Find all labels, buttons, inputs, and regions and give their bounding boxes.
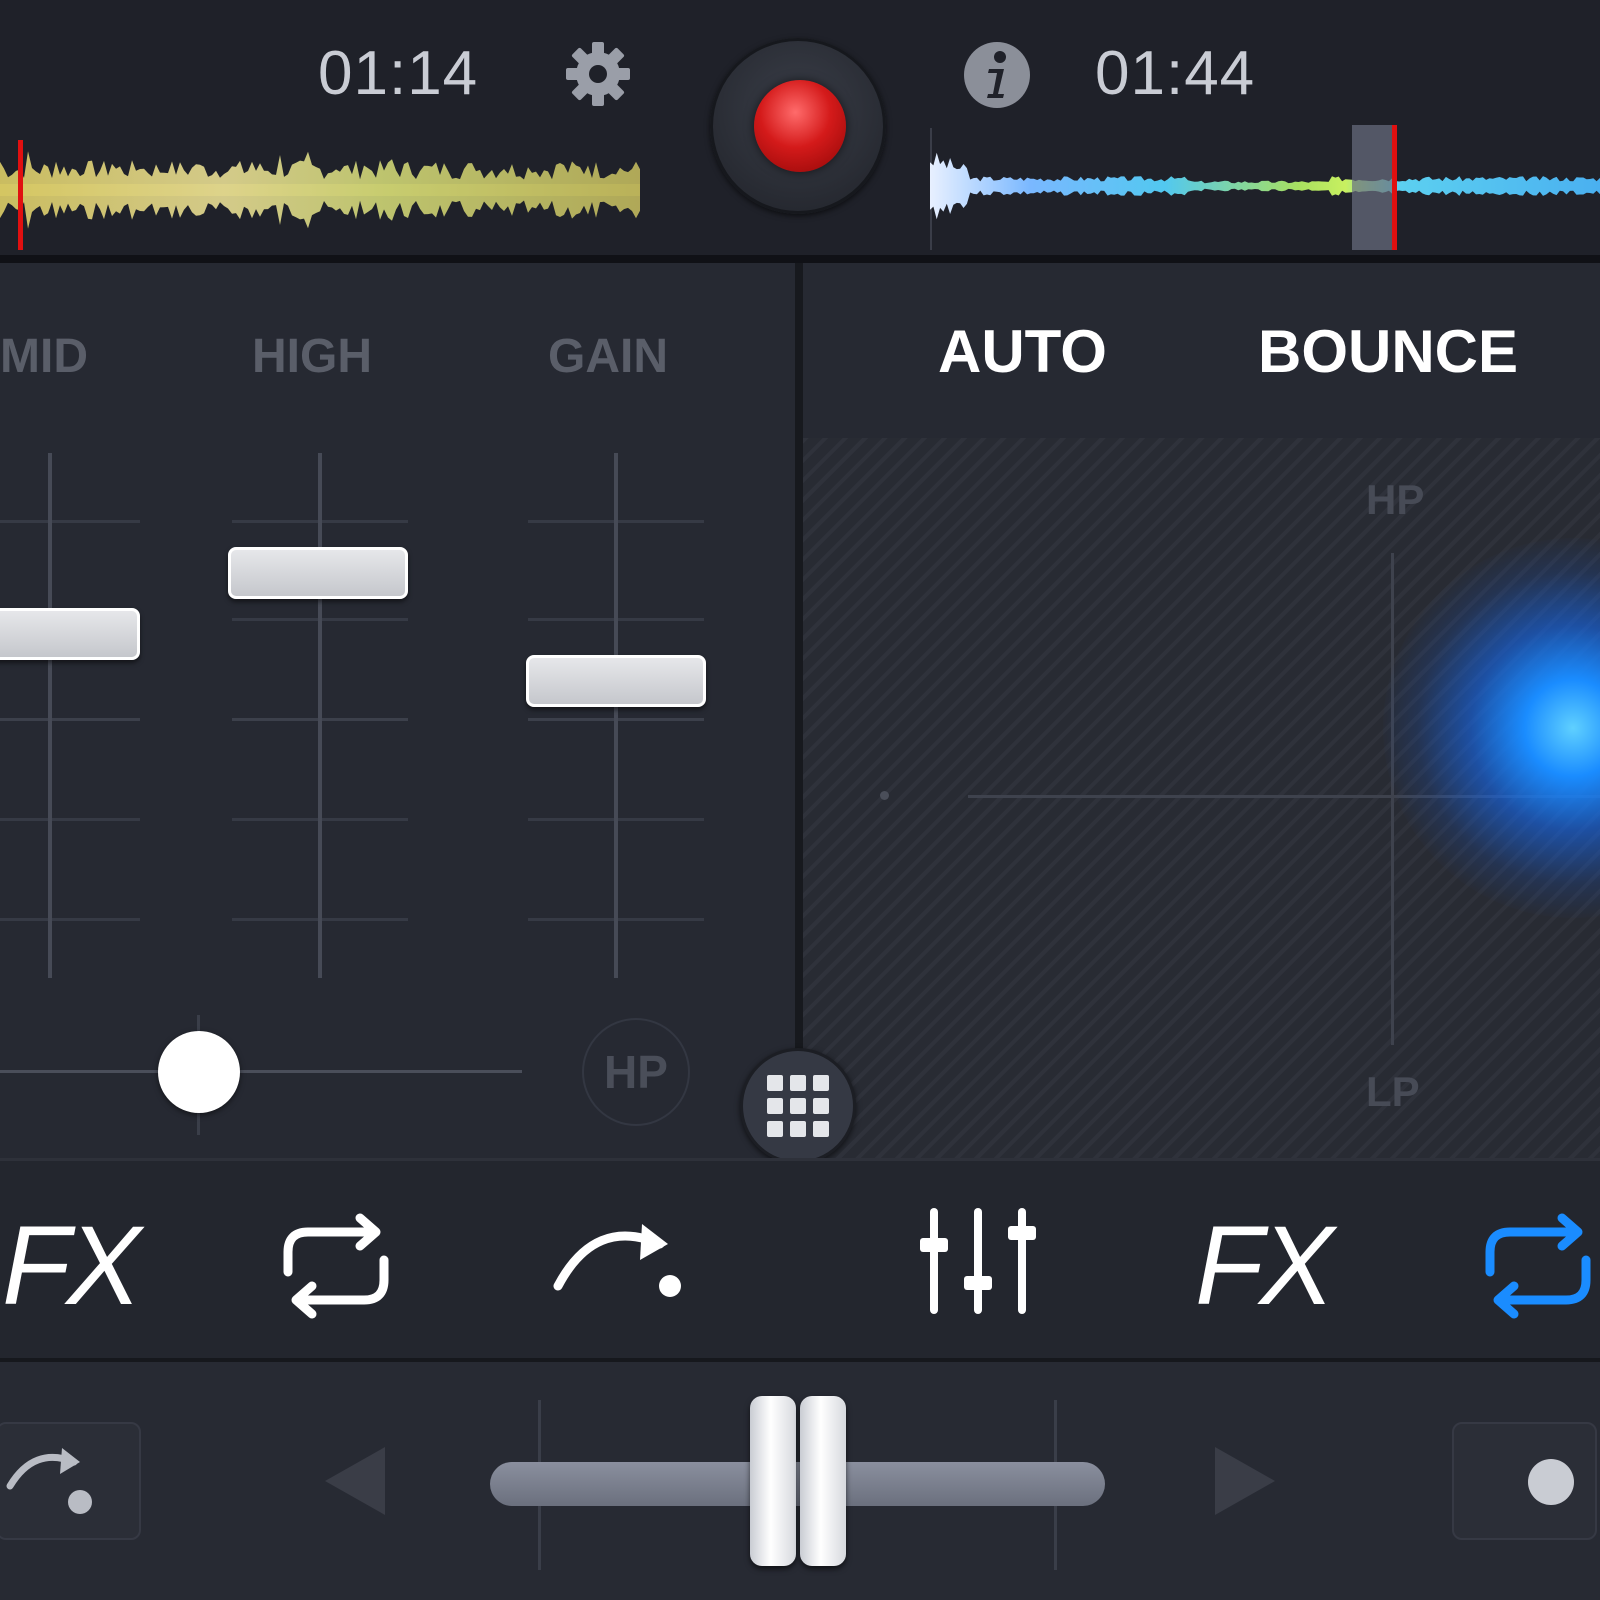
tool-row: FX FX — [0, 1158, 1600, 1358]
crossfader-left-arrow[interactable] — [325, 1447, 385, 1515]
right-fx-button[interactable]: FX — [1195, 1201, 1334, 1330]
right-cue-button[interactable] — [1452, 1422, 1597, 1540]
crossfader-handle-right[interactable] — [799, 1396, 846, 1566]
filter-slider-track — [0, 1070, 522, 1073]
right-deck-waveform[interactable] — [930, 120, 1600, 250]
tab-bounce[interactable]: BOUNCE — [1258, 317, 1518, 386]
record-button[interactable] — [710, 38, 886, 214]
right-playhead — [1392, 125, 1397, 250]
left-playhead — [18, 140, 23, 250]
gain-fader-rail — [614, 453, 618, 978]
info-icon[interactable] — [962, 40, 1032, 110]
jump-icon — [6, 1448, 92, 1514]
left-jump-button[interactable] — [0, 1422, 141, 1540]
left-fx-button[interactable]: FX — [2, 1201, 141, 1330]
right-cue-marker — [1352, 125, 1392, 250]
filter-slider-knob[interactable] — [158, 1031, 240, 1113]
eq-label-high: HIGH — [252, 330, 372, 383]
loop-icon-active[interactable] — [1482, 1206, 1597, 1326]
xy-label-lp: LP — [1366, 1068, 1420, 1115]
fx-xy-pad[interactable]: HP LP — [803, 438, 1600, 1158]
eq-label-mid: MID — [0, 330, 88, 383]
jump-icon[interactable] — [550, 1206, 690, 1316]
gain-fader[interactable] — [526, 655, 706, 707]
dot-icon — [1528, 1459, 1574, 1505]
high-fader[interactable] — [228, 547, 408, 599]
xy-origin-dot — [880, 791, 889, 800]
loop-icon[interactable] — [280, 1206, 395, 1326]
left-deck-waveform[interactable] — [0, 130, 650, 250]
crossfader-track[interactable] — [490, 1462, 1105, 1506]
tab-auto[interactable]: AUTO — [938, 317, 1107, 386]
mid-fader-rail — [48, 453, 52, 978]
crossfader-handle-left[interactable] — [749, 1396, 796, 1566]
gear-icon[interactable] — [562, 38, 634, 110]
left-deck-time: 01:14 — [318, 39, 479, 108]
right-deck-time: 01:44 — [1095, 39, 1256, 108]
eq-label-gain: GAIN — [548, 330, 668, 383]
xy-vertical-axis — [1391, 553, 1394, 1045]
top-bar: 01:14 01:44 — [0, 0, 1600, 260]
high-fader-rail — [318, 453, 322, 978]
mixer-icon[interactable] — [918, 1206, 1038, 1316]
fx-panel: AUTO BOUNCE HP LP — [803, 263, 1600, 1158]
crossfader-right-arrow[interactable] — [1215, 1447, 1275, 1515]
xy-label-hp: HP — [1366, 476, 1425, 523]
eq-panel: MID HIGH GAIN HP — [0, 263, 795, 1158]
record-icon — [754, 80, 846, 172]
grid-icon[interactable] — [740, 1048, 856, 1164]
mid-fader[interactable] — [0, 608, 140, 660]
hp-filter-button[interactable]: HP — [582, 1018, 690, 1126]
top-divider — [0, 255, 1600, 263]
crossfader-row — [0, 1358, 1600, 1600]
xy-touch-point[interactable] — [1383, 538, 1600, 918]
